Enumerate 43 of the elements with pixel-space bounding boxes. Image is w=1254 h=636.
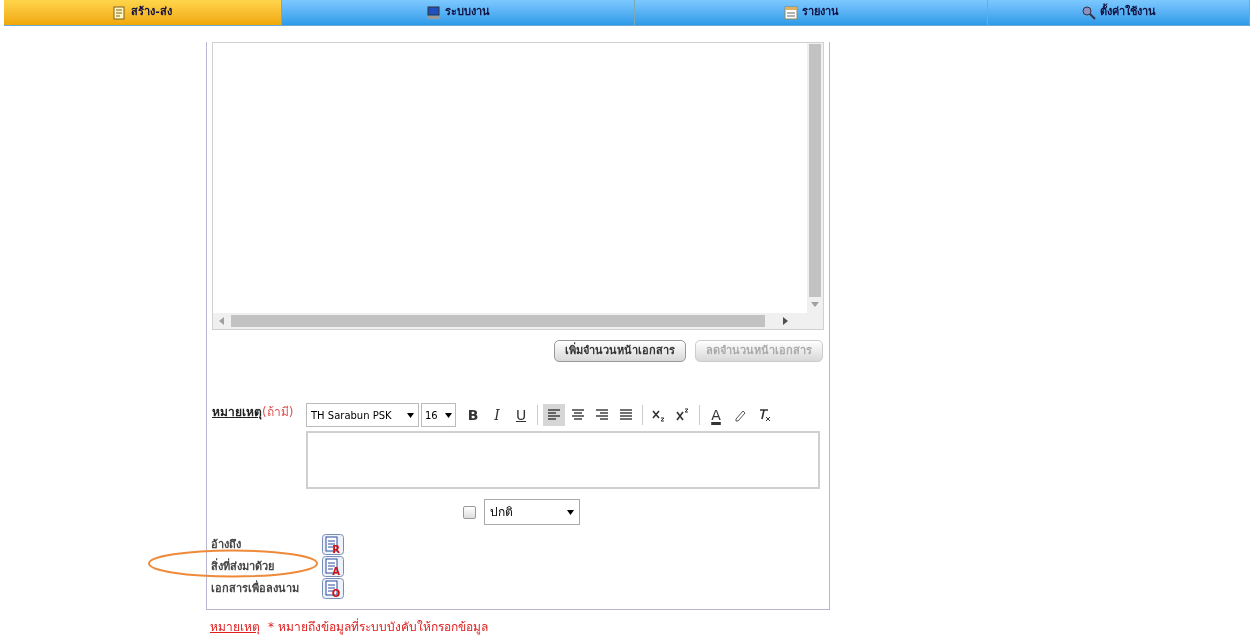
footnote-text: * หมายถึงข้อมูลที่ระบบบังคับให้กรอกข้อมูล: [268, 618, 488, 636]
urgent-checkbox[interactable]: [463, 505, 476, 519]
dropdown-caret-icon: [407, 412, 414, 418]
vertical-scrollbar[interactable]: [807, 43, 823, 313]
computer-icon: [426, 5, 441, 20]
attachment-label: เอกสารเพื่อลงนาม: [211, 581, 300, 595]
align-left-button[interactable]: [543, 404, 565, 426]
font-select[interactable]: TH Sarabun PSK: [306, 403, 419, 427]
nav-tab[interactable]: สร้าง-ส่ง: [4, 0, 282, 25]
align-right-icon: [595, 408, 609, 422]
priority-select[interactable]: ปกติ: [484, 499, 580, 525]
attachment-label: อ้างถึง: [211, 537, 242, 551]
footnote-label: หมายเหตุ: [210, 619, 260, 636]
nav-tab[interactable]: รายงาน: [635, 0, 988, 25]
page-button[interactable]: เพิ่มจำนวนหน้าเอกสาร: [554, 340, 686, 362]
scroll-down-icon[interactable]: [811, 302, 819, 308]
scroll-left-icon[interactable]: [219, 317, 225, 325]
attachment-label: สิ่งที่ส่งมาด้วย: [211, 559, 275, 573]
remark-field[interactable]: [306, 431, 820, 489]
scroll-right-icon[interactable]: [783, 317, 789, 325]
dropdown-caret-icon: [567, 509, 574, 515]
clear-format-icon: [757, 408, 771, 422]
optional-hint: (ถ้ามี): [262, 405, 294, 419]
note-icon: [113, 5, 128, 20]
highlighter-icon: [733, 408, 747, 422]
nav-tab[interactable]: ระบบงาน: [282, 0, 635, 25]
align-left-icon: [547, 408, 561, 422]
superscript-icon: [676, 408, 690, 422]
underline-button[interactable]: U: [510, 404, 532, 426]
dropdown-caret-icon: [445, 412, 452, 418]
italic-button[interactable]: I: [486, 404, 508, 426]
bold-button[interactable]: B: [462, 404, 484, 426]
subscript-icon: [652, 408, 666, 422]
document-icon[interactable]: R: [322, 533, 344, 555]
text-color-button[interactable]: A: [705, 404, 727, 426]
document-icon[interactable]: O: [322, 577, 344, 599]
justify-icon: [619, 408, 633, 422]
align-center-icon: [571, 408, 585, 422]
size-select[interactable]: 16: [421, 403, 456, 427]
calendar-icon: [783, 5, 798, 20]
nav-tab[interactable]: ตั้งค่าใช้งาน: [988, 0, 1250, 25]
remark-label: หมายเหตุ: [212, 405, 262, 419]
horizontal-scrollbar[interactable]: [213, 313, 823, 329]
